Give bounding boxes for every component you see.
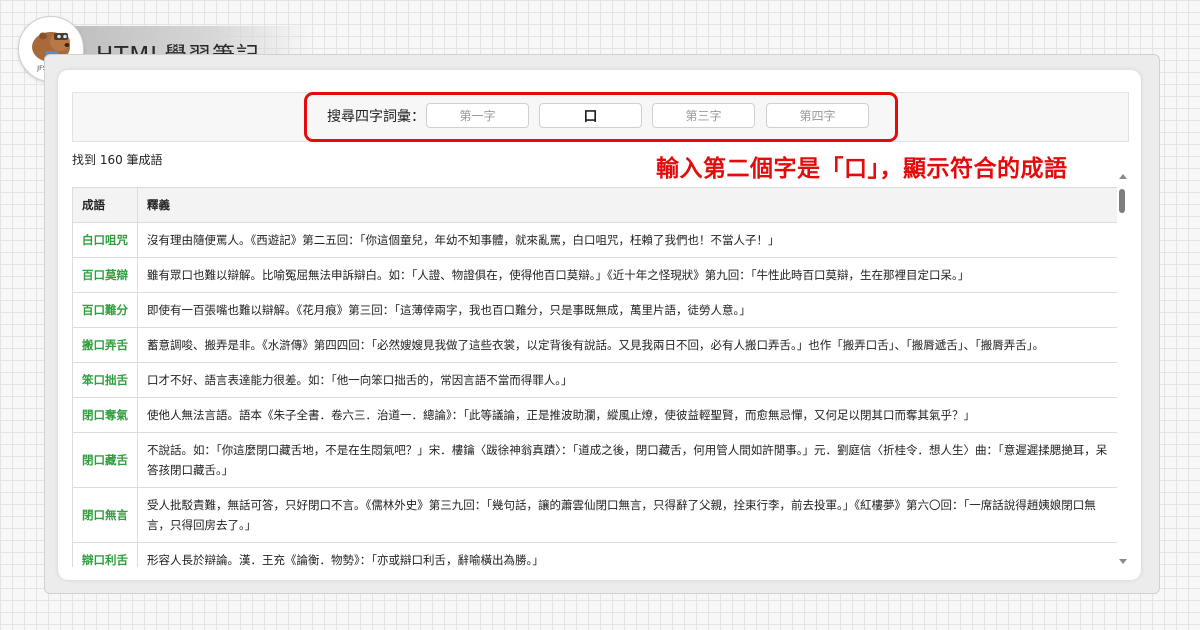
header-meaning: 釋義 (137, 187, 1117, 223)
header-idiom: 成語 (72, 187, 138, 223)
table-row[interactable]: 百口莫辯 雖有眾口也難以辯解。比喻冤屈無法申訴辯白。如：「人證、物證俱在，使得他… (72, 257, 1117, 293)
meaning-cell: 雖有眾口也難以辯解。比喻冤屈無法申訴辯白。如：「人證、物證俱在，使得他百口莫辯。… (137, 257, 1117, 293)
idiom-cell: 閉口藏舌 (72, 432, 138, 488)
idiom-cell: 百口難分 (72, 292, 138, 328)
annotation-text: 輸入第二個字是「口」，顯示符合的成語 (656, 156, 1068, 182)
results-table: 成語 釋義 白口咀咒 沒有理由隨便罵人。《西遊記》第二五回：「你這個童兒，年幼不… (72, 187, 1117, 567)
table-row[interactable]: 閉口無言 受人批駁責難，無話可答，只好閉口不言。《儒林外史》第三九回：「幾句話，… (72, 487, 1117, 543)
idiom-cell: 辯口利舌 (72, 542, 138, 567)
meaning-cell: 形容人長於辯論。漢．王充《論衡．物勢》：「亦或辯口利舌，辭喻橫出為勝。」 (137, 542, 1117, 567)
meaning-cell: 沒有理由隨便罵人。《西遊記》第二五回：「你這個童兒，年幼不知事體，就來亂罵，白口… (137, 222, 1117, 258)
table-row[interactable]: 搬口弄舌 蓄意調唆、搬弄是非。《水滸傳》第四四回：「必然嫂嫂見我做了這些衣裳，以… (72, 327, 1117, 363)
scroll-up-arrow-icon[interactable] (1119, 174, 1127, 179)
meaning-cell: 使他人無法言語。語本《朱子全書．卷六三．治道一．總論》：「此等議論，正是推波助瀾… (137, 397, 1117, 433)
table-row[interactable]: 閉口奪氣 使他人無法言語。語本《朱子全書．卷六三．治道一．總論》：「此等議論，正… (72, 397, 1117, 433)
results-table-container: 成語 釋義 白口咀咒 沒有理由隨便罵人。《西遊記》第二五回：「你這個童兒，年幼不… (72, 187, 1117, 567)
idiom-cell: 百口莫辯 (72, 257, 138, 293)
idiom-cell: 搬口弄舌 (72, 327, 138, 363)
table-row[interactable]: 白口咀咒 沒有理由隨便罵人。《西遊記》第二五回：「你這個童兒，年幼不知事體，就來… (72, 222, 1117, 258)
result-count: 找到 160 筆成語 (72, 153, 163, 167)
scroll-thumb[interactable] (1119, 189, 1125, 213)
meaning-cell: 不說話。如：「你這麼閉口藏舌地，不是在生悶氣吧？」宋．樓鑰〈跋徐神翁真蹟〉：「道… (137, 432, 1117, 488)
idiom-cell: 笨口拙舌 (72, 362, 138, 398)
table-header-row: 成語 釋義 (72, 187, 1117, 223)
meaning-cell: 受人批駁責難，無話可答，只好閉口不言。《儒林外史》第三九回：「幾句話，讓的蕭雲仙… (137, 487, 1117, 543)
table-row[interactable]: 閉口藏舌 不說話。如：「你這麼閉口藏舌地，不是在生悶氣吧？」宋．樓鑰〈跋徐神翁真… (72, 432, 1117, 488)
meaning-cell: 口才不好、語言表達能力很差。如：「他一向笨口拙舌的，常因言語不當而得罪人。」 (137, 362, 1117, 398)
table-scrollbar[interactable] (1117, 172, 1128, 566)
idiom-cell: 閉口奪氣 (72, 397, 138, 433)
highlight-annotation-box (304, 92, 898, 142)
scroll-down-arrow-icon[interactable] (1119, 559, 1127, 564)
idiom-cell: 白口咀咒 (72, 222, 138, 258)
table-row[interactable]: 辯口利舌 形容人長於辯論。漢．王充《論衡．物勢》：「亦或辯口利舌，辭喻橫出為勝。… (72, 542, 1117, 567)
idiom-cell: 閉口無言 (72, 487, 138, 543)
meaning-cell: 蓄意調唆、搬弄是非。《水滸傳》第四四回：「必然嫂嫂見我做了這些衣裳，以定背後有說… (137, 327, 1117, 363)
table-row[interactable]: 笨口拙舌 口才不好、語言表達能力很差。如：「他一向笨口拙舌的，常因言語不當而得罪… (72, 362, 1117, 398)
meaning-cell: 即使有一百張嘴也難以辯解。《花月痕》第三回：「這薄倖兩字，我也百口難分，只是事既… (137, 292, 1117, 328)
table-row[interactable]: 百口難分 即使有一百張嘴也難以辯解。《花月痕》第三回：「這薄倖兩字，我也百口難分… (72, 292, 1117, 328)
